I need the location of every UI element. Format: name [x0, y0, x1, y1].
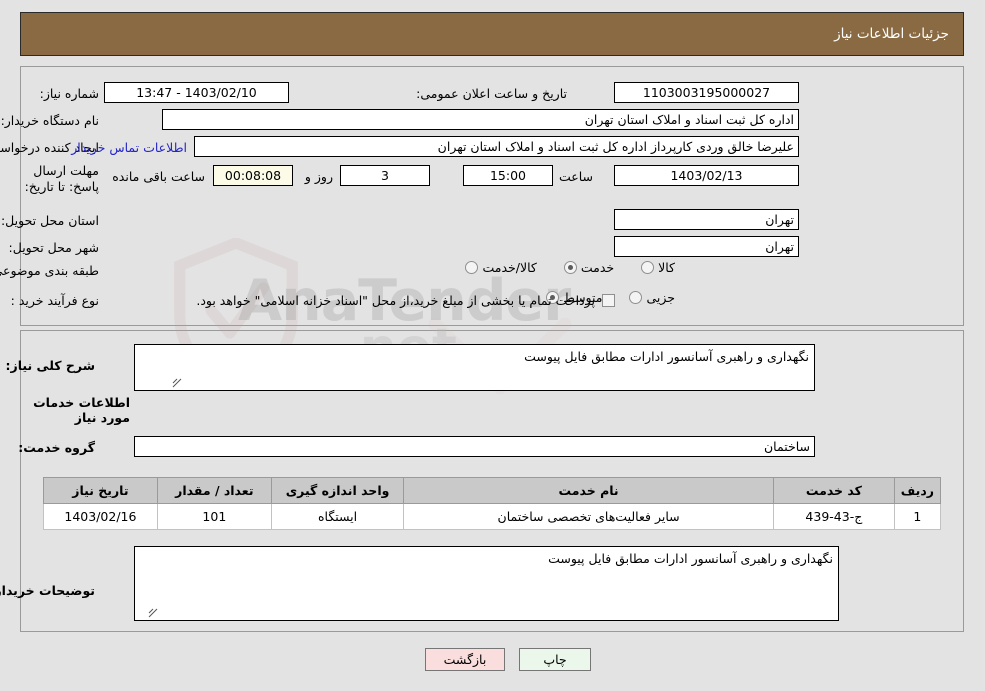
category-radio-1-selected[interactable]	[563, 261, 577, 274]
need-summary-panel	[20, 66, 964, 326]
services-table: ردیف کد خدمت نام خدمت واحد اندازه گیری ت…	[43, 477, 942, 530]
table-header-row: ردیف کد خدمت نام خدمت واحد اندازه گیری ت…	[43, 477, 942, 504]
process-option-0[interactable]: جزیی	[629, 290, 675, 305]
category-radio-group[interactable]: کالا خدمت کالا/خدمت	[443, 260, 675, 275]
cell-quantity: 101	[156, 503, 272, 530]
category-radio-2[interactable]	[465, 261, 479, 274]
category-radio-0[interactable]	[641, 261, 655, 274]
th-service-name: نام خدمت	[403, 477, 774, 504]
countdown-timer: 00:08:08	[213, 165, 293, 186]
service-group-label: گروه خدمت:	[18, 440, 95, 455]
public-announce-value: 1403/02/10 - 13:47	[104, 82, 289, 103]
treasury-bond-note: پرداخت تمام یا بخشی از مبلغ خرید،از محل …	[196, 293, 595, 308]
deadline-date-value: 1403/02/13	[614, 165, 799, 186]
buyer-notes-textarea[interactable]: نگهداری و راهبری آسانسور ادارات مطابق فا…	[134, 546, 839, 621]
general-desc-textarea[interactable]: نگهداری و راهبری آسانسور ادارات مطابق فا…	[134, 344, 815, 391]
city-label: شهر محل تحویل:	[8, 240, 99, 255]
treasury-bond-checkbox[interactable]	[602, 294, 615, 307]
th-service-code: کد خدمت	[772, 477, 895, 504]
cell-service-name: سایر فعالیت‌های تخصصی ساختمان	[403, 503, 774, 530]
category-option-label-0: کالا	[658, 260, 675, 275]
service-group-value: ساختمان	[134, 436, 815, 457]
hour-value: 15:00	[463, 165, 553, 186]
cell-need-date: 1403/02/16	[43, 503, 158, 530]
services-section-title: اطلاعات خدمات مورد نیاز	[33, 395, 130, 425]
province-label: استان محل تحویل:	[0, 213, 99, 228]
cell-unit: ایستگاه	[270, 503, 405, 530]
days-label: روز و	[304, 169, 333, 184]
remaining-label: ساعت باقی مانده	[112, 169, 205, 184]
back-button[interactable]: بازگشت	[425, 648, 505, 671]
th-quantity: تعداد / مقدار	[156, 477, 272, 504]
hour-label: ساعت	[558, 169, 593, 184]
category-option-label-1: خدمت	[580, 260, 615, 275]
print-button[interactable]: چاپ	[519, 648, 591, 671]
city-value: تهران	[614, 236, 799, 257]
buyer-contact-link[interactable]: اطلاعات تماس خریدار	[71, 140, 187, 155]
table-row: 1 ج-43-439 سایر فعالیت‌های تخصصی ساختمان…	[43, 503, 942, 530]
page-header-bar: جزئیات اطلاعات نیاز	[20, 12, 964, 56]
process-option-label-0: جزیی	[646, 290, 675, 305]
category-option-2[interactable]: کالا/خدمت	[465, 260, 537, 275]
cell-service-code: ج-43-439	[772, 503, 895, 530]
public-announce-label: تاریخ و ساعت اعلان عمومی:	[416, 86, 567, 101]
days-value: 3	[340, 165, 430, 186]
need-number-label: شماره نیاز:	[39, 86, 99, 101]
th-unit: واحد اندازه گیری	[270, 477, 405, 504]
buyer-notes-label: توضیحات خریدار:	[0, 583, 95, 598]
province-value: تهران	[614, 209, 799, 230]
cell-row-no: 1	[893, 503, 942, 530]
page-title: جزئیات اطلاعات نیاز	[834, 26, 949, 42]
general-desc-label: شرح کلی نیاز:	[5, 358, 95, 373]
category-label: طبقه بندی موضوعی:	[0, 263, 99, 278]
process-radio-0[interactable]	[629, 291, 643, 304]
process-label: نوع فرآیند خرید :	[10, 293, 99, 308]
category-option-1[interactable]: خدمت	[563, 260, 615, 275]
need-number-value: 1103003195000027	[614, 82, 799, 103]
creator-value: علیرضا خالق وردی کارپرداز اداره کل ثبت ا…	[194, 136, 799, 157]
buyer-org-value: اداره کل ثبت اسناد و املاک استان تهران	[162, 109, 799, 130]
th-row-no: ردیف	[893, 477, 942, 504]
th-need-date: تاریخ نیاز	[43, 477, 158, 504]
buyer-org-label: نام دستگاه خریدار:	[0, 113, 99, 128]
deadline-label: مهلت ارسال پاسخ: تا تاریخ:	[24, 163, 99, 194]
category-option-label-2: کالا/خدمت	[482, 260, 537, 275]
category-option-0[interactable]: کالا	[641, 260, 675, 275]
